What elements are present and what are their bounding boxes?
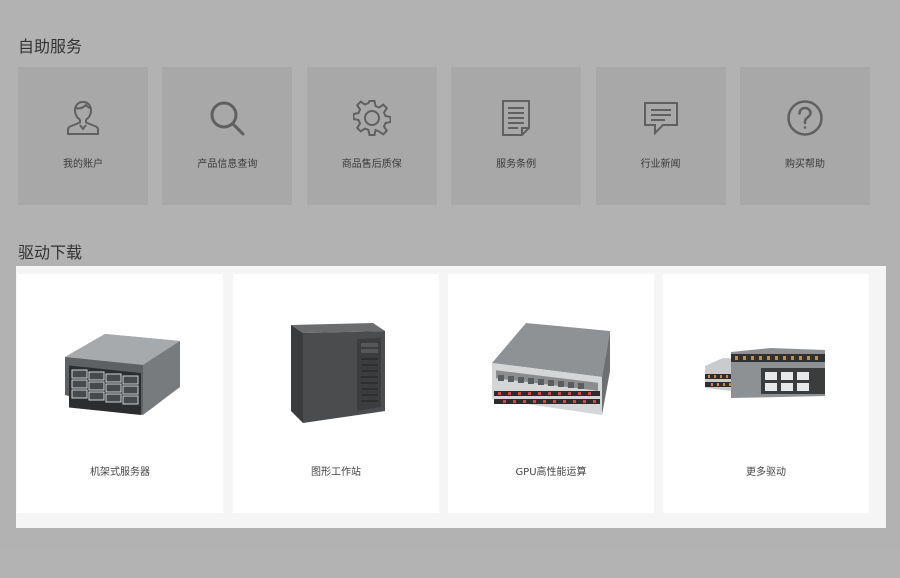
service-product-search[interactable]: 产品信息查询 (162, 67, 293, 205)
gear-icon (352, 98, 392, 138)
tower-workstation-image (233, 319, 439, 429)
driver-gpu-computing[interactable]: GPU高性能运算 (448, 274, 654, 513)
self-service-grid: 我的账户 产品信息查询 商品售后质保 服务条例 行业新闻 购买帮助 (18, 67, 870, 205)
drivers-panel: 机架式服务器 图形工作站 GPU高性能运算 更多驱动 (16, 266, 886, 528)
more-servers-image (663, 319, 869, 429)
rack-server-image (17, 319, 223, 429)
self-service-title: 自助服务 (18, 37, 83, 56)
service-label: 购买帮助 (784, 159, 825, 170)
service-terms[interactable]: 服务条例 (451, 67, 582, 205)
service-label: 我的账户 (63, 159, 103, 170)
service-label: 产品信息查询 (197, 159, 258, 170)
driver-more[interactable]: 更多驱动 (663, 274, 869, 513)
service-news[interactable]: 行业新闻 (595, 67, 726, 205)
search-icon (207, 98, 247, 138)
service-my-account[interactable]: 我的账户 (18, 67, 148, 205)
drivers-title: 驱动下载 (18, 243, 83, 262)
driver-workstation[interactable]: 图形工作站 (233, 274, 439, 513)
service-label: 服务条例 (496, 159, 537, 170)
service-warranty[interactable]: 商品售后质保 (306, 67, 437, 205)
driver-label: GPU高性能运算 (515, 467, 587, 478)
driver-label: 机架式服务器 (90, 467, 150, 478)
gpu-server-image (448, 319, 654, 429)
message-icon (641, 98, 681, 138)
document-icon (496, 98, 536, 138)
service-purchase-help[interactable]: 购买帮助 (739, 67, 870, 205)
driver-rack-server[interactable]: 机架式服务器 (17, 274, 223, 513)
service-label: 行业新闻 (640, 159, 681, 170)
driver-label: 图形工作站 (311, 467, 361, 478)
footer-band (0, 548, 900, 578)
driver-label: 更多驱动 (746, 467, 786, 478)
user-icon (63, 98, 103, 138)
help-icon (785, 98, 825, 138)
service-label: 商品售后质保 (341, 159, 402, 170)
